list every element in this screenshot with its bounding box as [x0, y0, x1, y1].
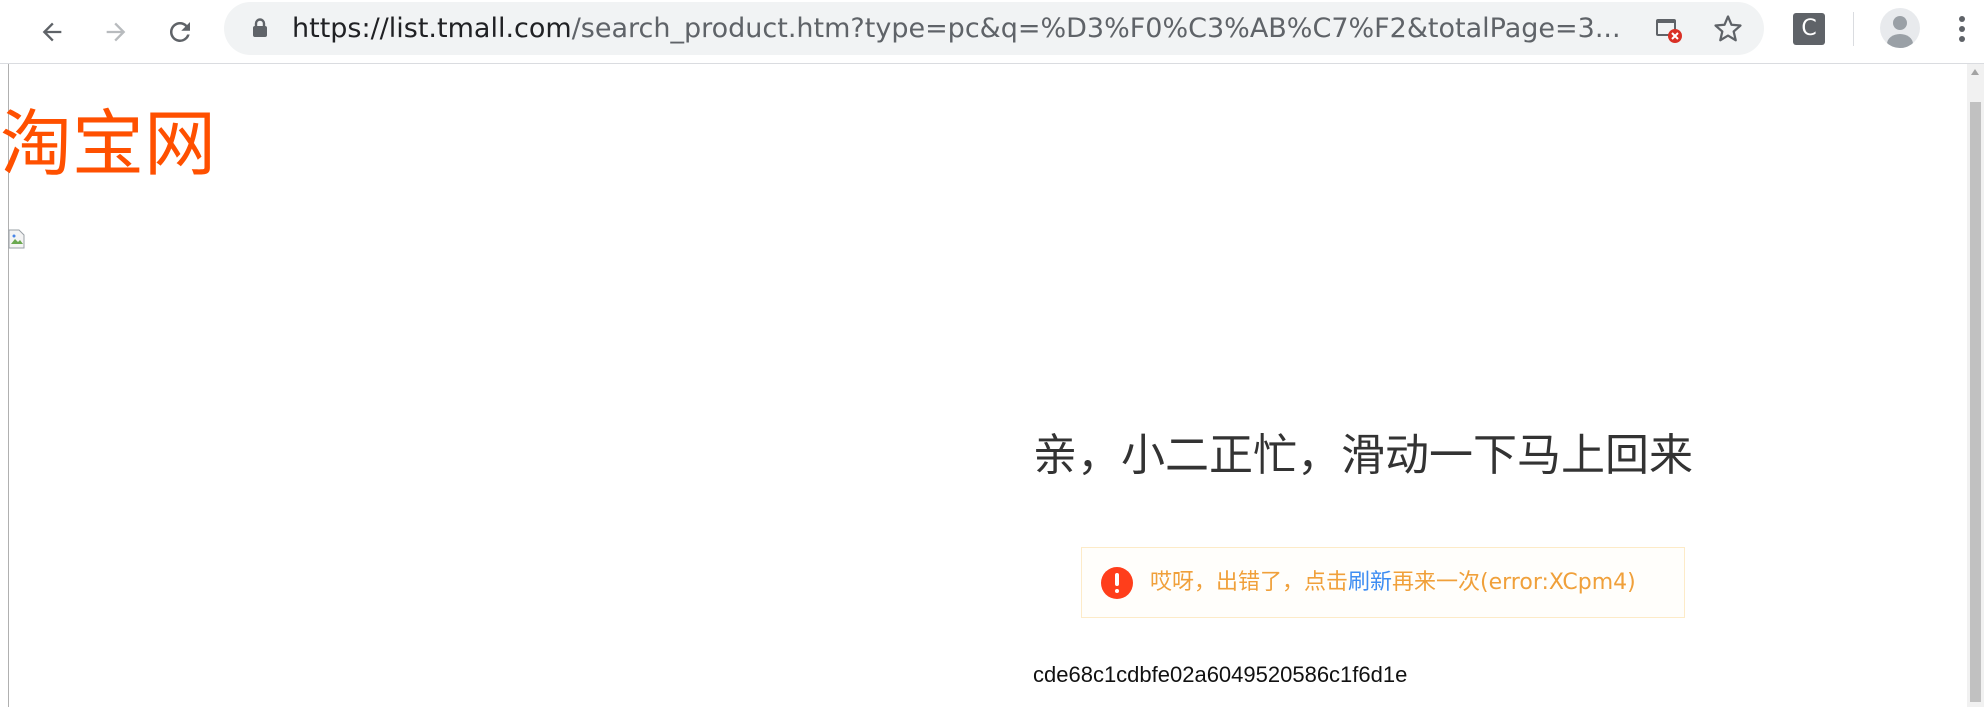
popup-blocked-icon [1656, 19, 1682, 43]
busy-heading: 亲，小二正忙，滑动一下马上回来 [1033, 430, 1693, 481]
error-message: 哎呀，出错了，点击刷新再来一次(error:XCpm4) [1150, 566, 1636, 600]
reload-button[interactable] [156, 8, 204, 56]
profile-silhouette-icon [1887, 16, 1913, 48]
vertical-scrollbar[interactable] [1967, 64, 1984, 707]
error-message-box: 哎呀，出错了，点击刷新再来一次(error:XCpm4) [1081, 547, 1685, 618]
forward-arrow-icon [106, 22, 126, 42]
back-arrow-icon [42, 22, 62, 42]
star-icon [1714, 15, 1742, 42]
scroll-up-arrow-icon[interactable] [1971, 69, 1979, 75]
bookmark-star-button[interactable] [1709, 10, 1747, 48]
scroll-thumb[interactable] [1970, 102, 1981, 702]
exclamation-icon [1101, 567, 1133, 599]
kebab-menu-icon [1959, 16, 1965, 42]
popup-blocked-button[interactable] [1649, 10, 1687, 48]
url-text[interactable]: https://list.tmall.com/search_product.ht… [292, 12, 1621, 46]
refresh-link[interactable]: 刷新 [1348, 570, 1392, 595]
reload-icon [169, 21, 190, 42]
forward-button[interactable] [92, 8, 140, 56]
browser-menu-button[interactable] [1950, 8, 1974, 50]
lock-icon [253, 18, 267, 37]
broken-image-icon [8, 229, 25, 249]
error-prefix: 哎呀，出错了，点击 [1150, 570, 1349, 595]
error-suffix: 再来一次(error:XCpm4) [1392, 570, 1636, 595]
url-path: /search_product.htm?type=pc&q=%D3%F0%C3%… [571, 13, 1621, 44]
browser-toolbar: https://list.tmall.com/search_product.ht… [0, 0, 1984, 64]
taobao-logo[interactable]: 淘宝网 [0, 104, 216, 184]
url-host: https://list.tmall.com [292, 13, 572, 44]
address-bar[interactable]: https://list.tmall.com/search_product.ht… [224, 2, 1764, 55]
extension-c-icon[interactable]: C [1793, 13, 1825, 45]
back-button[interactable] [28, 8, 76, 56]
avatar-icon[interactable] [1880, 8, 1920, 48]
page-viewport: 淘宝网 亲，小二正忙，滑动一下马上回来 哎呀，出错了，点击刷新再来一次(erro… [0, 64, 1984, 707]
session-token: cde68c1cdbfe02a6049520586c1f6d1e [1033, 662, 1408, 687]
toolbar-separator [1853, 12, 1854, 46]
